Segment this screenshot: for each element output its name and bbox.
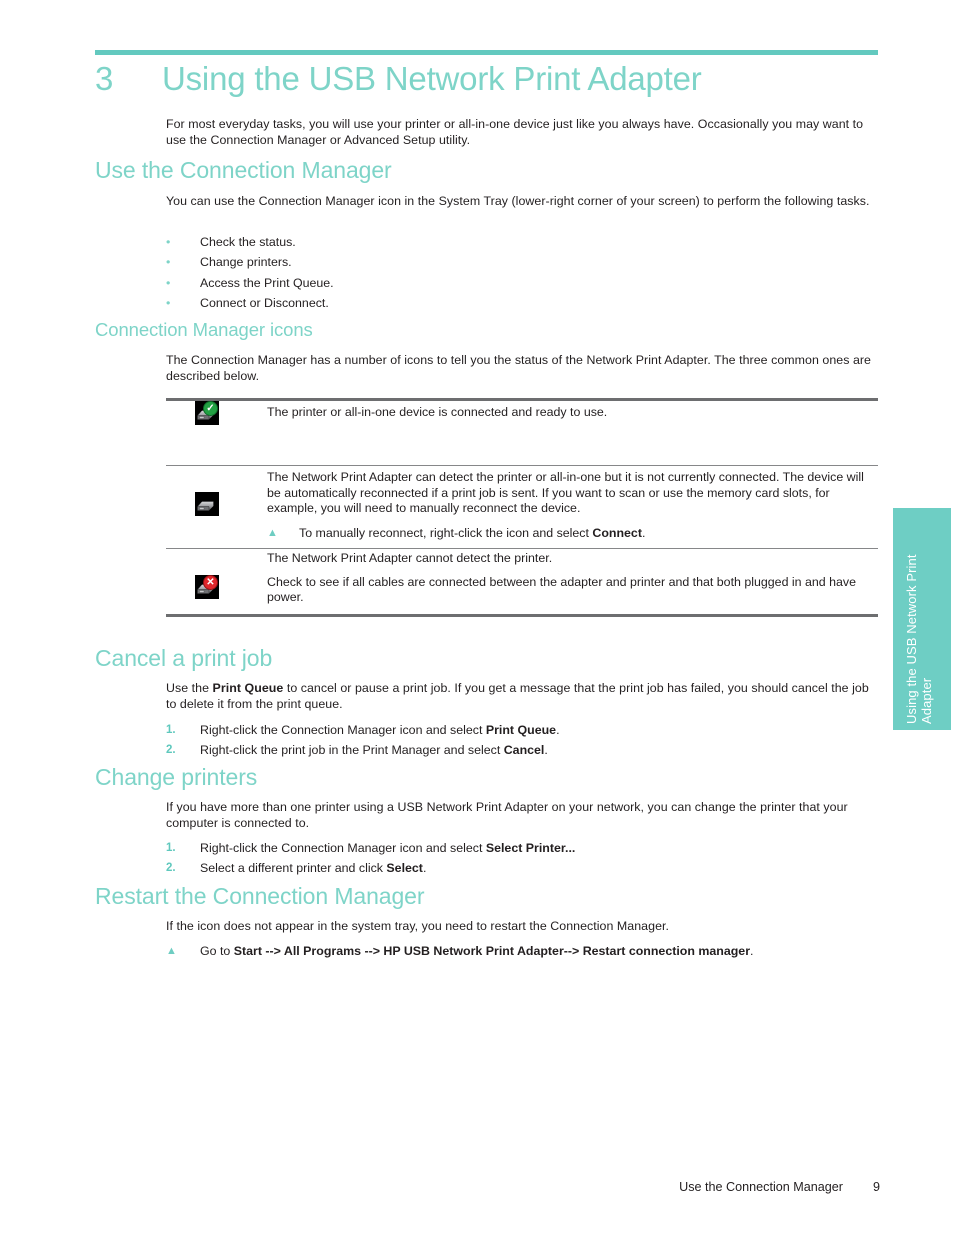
step-text-bold: Print Queue (485, 723, 557, 737)
cancel-intro-bold: Print Queue (212, 681, 284, 695)
list-item: • Connect or Disconnect. (166, 296, 866, 312)
connection-manager-icons-intro: The Connection Manager has a number of i… (166, 353, 872, 383)
step-number: 1. (166, 842, 176, 854)
row2-note-text: To manually reconnect, right-click the i… (299, 526, 645, 542)
step-number: 2. (166, 862, 176, 874)
bullet-icon: • (166, 296, 171, 310)
device-error-icon: ✕ (195, 575, 219, 599)
heading-change-printers: Change printers (95, 764, 258, 790)
page: 3 Using the USB Network Print Adapter Fo… (0, 0, 954, 1235)
list-item: • Change printers. (166, 255, 866, 271)
table-row: ✕ The Network Print Adapter cannot detec… (166, 549, 878, 614)
table-cell-description: The printer or all-in-one device is conn… (267, 401, 878, 465)
row1-description: The printer or all-in-one device is conn… (267, 405, 608, 419)
list-item-label: Check the status. (200, 235, 296, 249)
list-item: • Check the status. (166, 235, 866, 251)
row2-note: ▲ To manually reconnect, right-click the… (267, 526, 874, 542)
step-text: Right-click the print job in the Print M… (200, 743, 548, 759)
chapter-number: 3 (95, 60, 114, 97)
row3-description: The Network Print Adapter cannot detect … (267, 551, 553, 565)
heading-use-the-connection-manager: Use the Connection Manager (95, 157, 392, 183)
chapter-top-rule (95, 50, 878, 55)
step-text-post: . (556, 723, 560, 737)
list-item: 2. Select a different printer and click … (166, 861, 876, 877)
chapter-heading: 3 Using the USB Network Print Adapter (95, 60, 885, 98)
note-text-pre: Go to (200, 944, 234, 958)
icon-status-table: ✓ The printer or all-in-one device is co… (166, 398, 878, 617)
list-item: 1. Right-click the Connection Manager ic… (166, 841, 876, 857)
cancel-intro-pre: Use the (166, 681, 213, 695)
chapter-intro-paragraph: For most everyday tasks, you will use yo… (166, 117, 864, 147)
list-item: 2. Right-click the print job in the Prin… (166, 743, 876, 759)
device-connected-icon: ✓ (195, 401, 219, 425)
table-cell-icon: ✕ (166, 549, 267, 614)
step-text-bold: Cancel (503, 743, 545, 757)
step-text-pre: Right-click the print job in the Print M… (200, 743, 504, 757)
bullet-icon: • (166, 235, 171, 249)
step-number: 2. (166, 744, 176, 756)
heading-connection-manager-icons: Connection Manager icons (95, 319, 313, 340)
check-badge-icon: ✓ (203, 401, 218, 416)
note-text-post: . (750, 944, 754, 958)
step-text-pre: Select a different printer and click (200, 861, 387, 875)
table-row: ✓ The printer or all-in-one device is co… (166, 401, 878, 465)
list-item-label: Connect or Disconnect. (200, 296, 329, 310)
step-text: Right-click the Connection Manager icon … (200, 723, 560, 739)
footer-page-number: 9 (872, 1180, 880, 1194)
chapter-title: Using the USB Network Print Adapter (162, 60, 702, 97)
step-text-pre: Right-click the Connection Manager icon … (200, 723, 486, 737)
note-text-bold: Start --> All Programs --> HP USB Networ… (233, 944, 751, 958)
row2-note-post: . (641, 525, 646, 540)
list-item: • Access the Print Queue. (166, 276, 866, 292)
list-item-label: Change printers. (200, 255, 292, 269)
triangle-bullet-icon: ▲ (166, 945, 177, 957)
restart-connection-manager-intro: If the icon does not appear in the syste… (166, 919, 669, 933)
page-footer: Use the Connection Manager 9 (500, 1180, 880, 1194)
footer-section-title: Use the Connection Manager (679, 1180, 843, 1194)
heading-cancel-a-print-job: Cancel a print job (95, 645, 273, 671)
list-item: 1. Right-click the Connection Manager ic… (166, 723, 876, 739)
use-connection-manager-intro: You can use the Connection Manager icon … (166, 194, 870, 208)
table-cell-description: The Network Print Adapter can detect the… (267, 466, 878, 548)
table-cell-description: The Network Print Adapter cannot detect … (267, 549, 878, 614)
step-number: 1. (166, 724, 176, 736)
error-badge-icon: ✕ (203, 575, 218, 590)
device-disconnected-icon (195, 492, 219, 516)
table-bottom-rule (166, 614, 878, 617)
step-text-pre: Right-click the Connection Manager icon … (200, 841, 486, 855)
step-text-bold: Select (386, 861, 423, 875)
row2-note-bold: Connect (592, 525, 642, 540)
step-text-bold: Select Printer... (485, 841, 576, 855)
bullet-icon: • (166, 276, 171, 290)
triangle-bullet-icon: ▲ (267, 526, 278, 539)
table-cell-icon: ✓ (166, 401, 267, 465)
table-cell-icon (166, 466, 267, 548)
step-text-post: . (422, 861, 427, 875)
bullet-icon: • (166, 255, 171, 269)
row2-note-pre: To manually reconnect, right-click the i… (299, 525, 593, 540)
list-item-label: Access the Print Queue. (200, 276, 334, 290)
change-printers-intro: If you have more than one printer using … (166, 800, 848, 830)
side-thumb-tab-label: Using the USB Network Print Adapter (904, 554, 934, 724)
step-text: Right-click the Connection Manager icon … (200, 841, 575, 857)
row2-description: The Network Print Adapter can detect the… (267, 470, 864, 515)
cancel-print-job-intro: Use the Print Queue to cancel or pause a… (166, 681, 878, 712)
row3-description-2: Check to see if all cables are connected… (267, 574, 856, 605)
step-text: Select a different printer and click Sel… (200, 861, 426, 877)
note-item: ▲ Go to Start --> All Programs --> HP US… (166, 944, 878, 960)
heading-restart-the-connection-manager: Restart the Connection Manager (95, 883, 425, 909)
note-text: Go to Start --> All Programs --> HP USB … (200, 944, 753, 960)
step-text-post: . (544, 743, 548, 757)
table-row: The Network Print Adapter can detect the… (166, 466, 878, 548)
side-thumb-tab: Using the USB Network Print Adapter (893, 508, 951, 730)
